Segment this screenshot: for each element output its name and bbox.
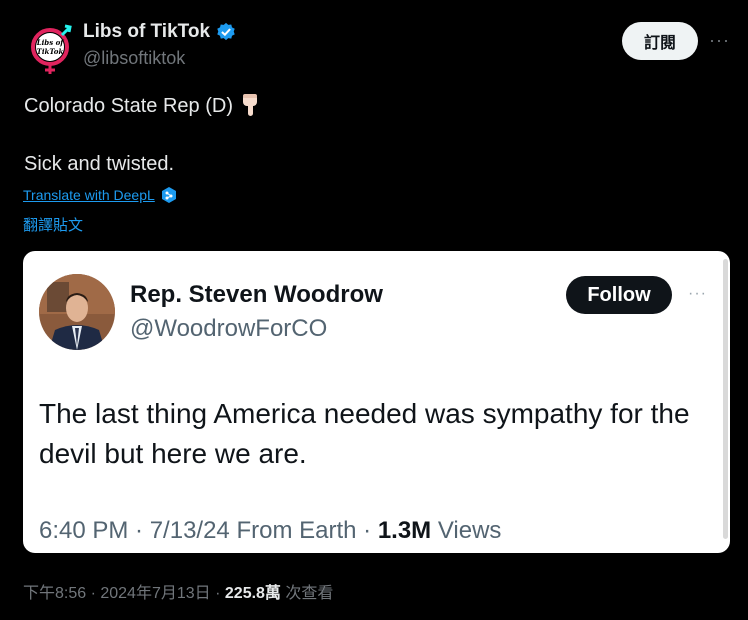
quoted-author-name: Rep. Steven Woodrow bbox=[130, 281, 383, 308]
translate-with-deepl-link[interactable]: Translate with DeepL bbox=[23, 186, 177, 204]
author-avatar[interactable]: Libs of TikTok bbox=[24, 20, 80, 76]
quoted-author-handle: @WoodrowForCO bbox=[130, 315, 328, 342]
translate-deepl-text: Translate with DeepL bbox=[23, 187, 155, 203]
logo-text: Libs of TikTok bbox=[36, 38, 64, 56]
views-label: 次查看 bbox=[285, 585, 334, 602]
quoted-tweet-card[interactable]: Rep. Steven Woodrow @WoodrowForCO Follow… bbox=[23, 251, 730, 553]
quoted-more-options-icon: ··· bbox=[688, 285, 707, 302]
verified-badge-icon bbox=[217, 22, 235, 41]
quoted-tweet-meta: 6:40 PM · 7/13/24 From Earth · 1.3M View… bbox=[39, 517, 501, 545]
tweet-text-line-2: Sick and twisted. bbox=[24, 153, 175, 175]
pointing-down-emoji-icon bbox=[242, 94, 257, 116]
translate-post-link[interactable]: 翻譯貼文 bbox=[23, 214, 83, 235]
quoted-views-count: 1.3M bbox=[377, 517, 432, 544]
tweet-text-line-1: Colorado State Rep (D) bbox=[24, 92, 261, 118]
tweet-meta: 下午8:56 · 2024年7月13日 · 225.8萬 次查看 bbox=[23, 579, 333, 603]
portrait-image bbox=[39, 274, 115, 350]
more-options-icon[interactable]: ··· bbox=[709, 30, 730, 51]
quoted-tweet-text: The last thing America needed was sympat… bbox=[39, 398, 690, 469]
logo-text-line-1: Libs of bbox=[36, 38, 64, 47]
author-name[interactable]: Libs of TikTok bbox=[83, 21, 236, 43]
author-handle[interactable]: @libsoftiktok bbox=[83, 48, 185, 69]
logo-text-line-2: TikTok bbox=[36, 47, 64, 56]
deepl-icon bbox=[161, 187, 176, 203]
views-count: 225.8萬 bbox=[224, 585, 281, 602]
subscribe-button[interactable]: 訂閱 bbox=[622, 22, 698, 60]
post-time[interactable]: 下午8:56 · 2024年7月13日 · bbox=[23, 585, 220, 602]
quoted-time: 6:40 PM · 7/13/24 From Earth · bbox=[39, 517, 372, 544]
quoted-author-avatar bbox=[39, 274, 115, 350]
tweet-line-1-text: Colorado State Rep (D) bbox=[24, 95, 233, 117]
quoted-views-label: Views bbox=[437, 517, 502, 544]
card-scrollbar bbox=[723, 259, 728, 539]
author-name-text: Libs of TikTok bbox=[83, 21, 211, 42]
follow-button: Follow bbox=[566, 276, 672, 314]
